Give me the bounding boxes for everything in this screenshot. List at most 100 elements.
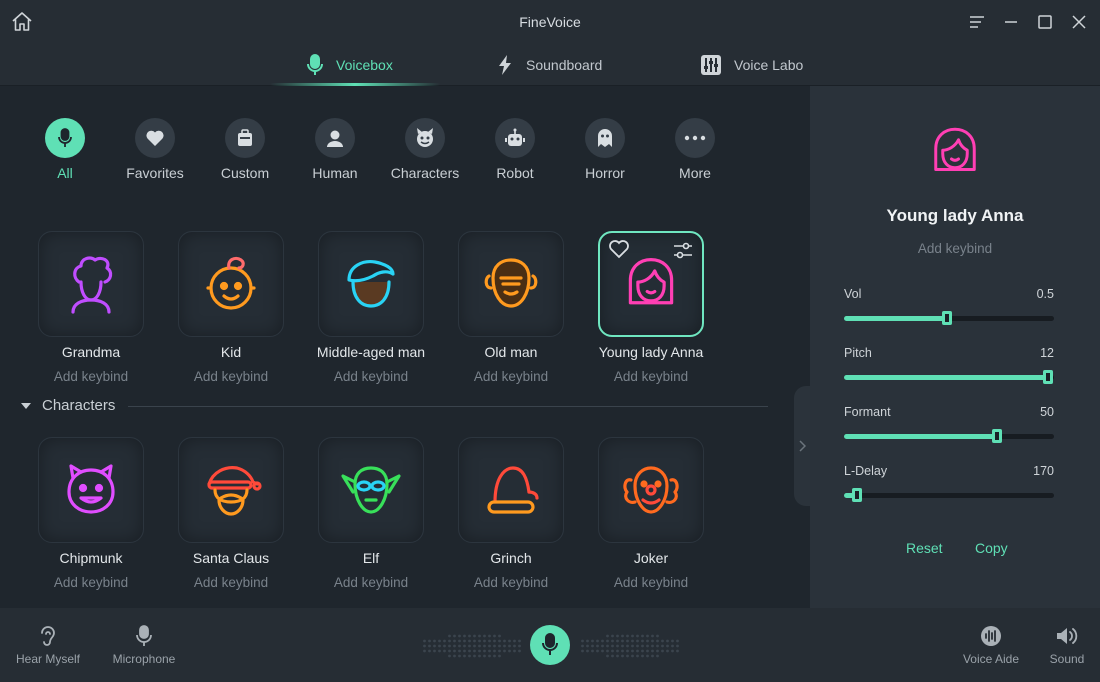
voice-card-elf[interactable]: Elf Add keybind xyxy=(301,437,441,590)
main-mic-toggle-button[interactable] xyxy=(530,625,570,665)
level-dot xyxy=(483,649,486,653)
chipmunk-icon xyxy=(67,464,115,514)
level-dot xyxy=(641,649,644,653)
category-characters[interactable]: Characters xyxy=(380,118,470,181)
level-dot xyxy=(656,649,659,653)
characters-section-toggle[interactable]: Characters xyxy=(20,397,115,414)
slider-thumb[interactable] xyxy=(1042,370,1053,384)
voice-card-santa-claus[interactable]: Santa Claus Add keybind xyxy=(161,437,301,590)
level-dot xyxy=(463,644,466,648)
add-keybind-link[interactable]: Add keybind xyxy=(21,575,161,590)
level-dot xyxy=(661,644,664,648)
add-keybind-link[interactable]: Add keybind xyxy=(161,369,301,384)
add-keybind-link[interactable]: Add keybind xyxy=(810,241,1100,256)
level-dot xyxy=(651,639,654,643)
hear-myself-button[interactable]: Hear Myself xyxy=(14,624,82,666)
l-delay-slider[interactable]: L-Delay 170 xyxy=(844,464,1054,502)
vol-slider[interactable]: Vol 0.5 xyxy=(844,287,1054,325)
level-dot xyxy=(586,644,589,648)
level-dot xyxy=(443,639,446,643)
add-keybind-link[interactable]: Add keybind xyxy=(301,369,441,384)
slider-thumb[interactable] xyxy=(941,311,952,325)
voice-name: Young lady Anna xyxy=(598,344,704,360)
slider-label: Vol xyxy=(844,287,862,301)
voice-card-middle-aged-man[interactable]: Middle-aged man Add keybind xyxy=(301,231,441,384)
close-icon[interactable] xyxy=(1069,12,1089,32)
category-more[interactable]: More xyxy=(650,118,740,181)
level-dot xyxy=(661,639,664,643)
slider-track[interactable] xyxy=(844,311,1054,325)
slider-track[interactable] xyxy=(844,488,1054,502)
right-level-meter xyxy=(581,634,679,658)
menu-icon[interactable] xyxy=(967,12,987,32)
tab-soundboard[interactable]: Soundboard xyxy=(496,44,602,86)
level-dot xyxy=(616,639,619,643)
slider-thumb[interactable] xyxy=(851,488,862,502)
level-dot xyxy=(611,639,614,643)
voice-card-old-man[interactable]: Old man Add keybind xyxy=(441,231,581,384)
slider-thumb[interactable] xyxy=(992,429,1003,443)
slider-track[interactable] xyxy=(844,429,1054,443)
sound-button[interactable]: Sound xyxy=(1044,624,1090,666)
level-dot xyxy=(483,644,486,648)
level-dot xyxy=(626,634,629,638)
add-keybind-link[interactable]: Add keybind xyxy=(21,369,161,384)
level-dot xyxy=(453,644,456,648)
add-keybind-link[interactable]: Add keybind xyxy=(581,575,721,590)
level-dot xyxy=(626,639,629,643)
level-dot xyxy=(596,639,599,643)
level-dot xyxy=(621,634,624,638)
level-dot xyxy=(448,654,451,658)
level-dot xyxy=(468,639,471,643)
slider-label: Formant xyxy=(844,405,891,419)
level-dot xyxy=(478,644,481,648)
slider-track[interactable] xyxy=(844,370,1054,384)
tab-voicebox[interactable]: Voicebox xyxy=(306,44,393,86)
microphone-button[interactable]: Microphone xyxy=(108,624,180,666)
favorite-heart-icon[interactable] xyxy=(608,239,630,259)
slider-fill xyxy=(844,375,1048,380)
category-favorites[interactable]: Favorites xyxy=(110,118,200,181)
minimize-icon[interactable] xyxy=(1001,12,1021,32)
young-lady-icon xyxy=(628,258,674,305)
maximize-icon[interactable] xyxy=(1035,12,1055,32)
voice-card-young-lady-anna[interactable]: Young lady Anna Add keybind xyxy=(581,231,721,384)
add-keybind-link[interactable]: Add keybind xyxy=(581,369,721,384)
level-dot xyxy=(498,644,501,648)
voice-card-grandma[interactable]: Grandma Add keybind xyxy=(21,231,161,384)
reset-button[interactable]: Reset xyxy=(906,540,943,556)
voice-card-grinch[interactable]: Grinch Add keybind xyxy=(441,437,581,590)
slider-label: L-Delay xyxy=(844,464,888,478)
category-label: Custom xyxy=(220,165,270,181)
add-keybind-link[interactable]: Add keybind xyxy=(441,369,581,384)
voice-card-joker[interactable]: Joker Add keybind xyxy=(581,437,721,590)
voice-card-chipmunk[interactable]: Chipmunk Add keybind xyxy=(21,437,161,590)
voice-aide-button[interactable]: Voice Aide xyxy=(958,624,1024,666)
tab-voice-labo[interactable]: Voice Labo xyxy=(700,44,803,86)
category-horror[interactable]: Horror xyxy=(560,118,650,181)
level-dot xyxy=(636,639,639,643)
adjust-settings-icon[interactable] xyxy=(672,241,694,261)
add-keybind-link[interactable]: Add keybind xyxy=(161,575,301,590)
level-dot xyxy=(586,649,589,653)
level-dot xyxy=(621,644,624,648)
level-dot xyxy=(493,649,496,653)
panel-collapse-handle[interactable] xyxy=(794,386,810,506)
copy-button[interactable]: Copy xyxy=(975,540,1008,556)
add-keybind-link[interactable]: Add keybind xyxy=(301,575,441,590)
voice-card-kid[interactable]: Kid Add keybind xyxy=(161,231,301,384)
category-custom[interactable]: Custom xyxy=(200,118,290,181)
elf-icon xyxy=(341,466,401,514)
category-all[interactable]: All xyxy=(20,118,110,181)
level-dot xyxy=(518,644,521,648)
add-keybind-link[interactable]: Add keybind xyxy=(441,575,581,590)
category-robot[interactable]: Robot xyxy=(470,118,560,181)
pitch-slider[interactable]: Pitch 12 xyxy=(844,346,1054,384)
joker-icon xyxy=(623,466,679,514)
level-dot xyxy=(596,649,599,653)
category-label: All xyxy=(57,165,73,181)
formant-slider[interactable]: Formant 50 xyxy=(844,405,1054,443)
level-dot xyxy=(591,649,594,653)
kid-icon xyxy=(206,256,256,310)
category-human[interactable]: Human xyxy=(290,118,380,181)
